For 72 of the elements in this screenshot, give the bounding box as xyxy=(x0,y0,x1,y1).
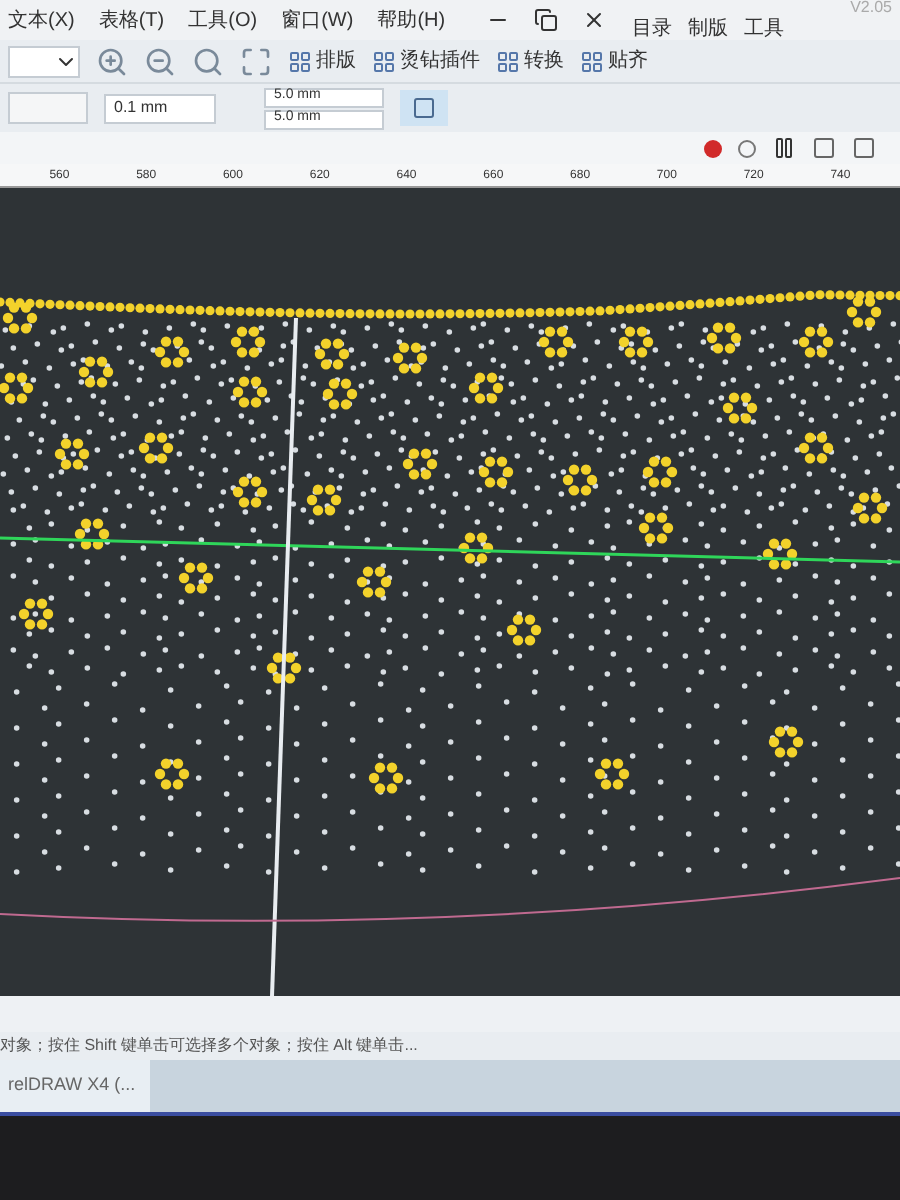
rhinestone-flower xyxy=(722,392,758,424)
rhinestone-flower xyxy=(368,762,404,794)
rhinestone-flower xyxy=(178,562,214,594)
grid-icon xyxy=(372,49,396,73)
rhinestone-flower xyxy=(314,338,350,370)
rhinestone-flower xyxy=(618,326,654,358)
rhinestone-flower xyxy=(0,372,34,404)
menu-item[interactable]: 文本(X) xyxy=(8,5,75,35)
align-button[interactable] xyxy=(400,90,448,126)
nudge-field[interactable]: 0.1 mm xyxy=(104,93,216,123)
rhinestone-flower xyxy=(2,302,38,334)
grid-icon xyxy=(496,49,520,73)
rhinestone-flower xyxy=(594,758,630,790)
rhinestone-flower xyxy=(846,296,882,328)
rhinestone-flower xyxy=(78,356,114,388)
rhinestone-flower xyxy=(232,376,268,408)
toolbar-button[interactable]: 排版 xyxy=(288,46,356,76)
panel-tab[interactable]: 工具 xyxy=(744,17,784,43)
rhinestone-flower xyxy=(706,322,742,354)
rhinestone-flower xyxy=(768,726,804,758)
rhinestone-flower xyxy=(506,614,542,646)
rhinestone-flower xyxy=(138,432,174,464)
rhinestone-flower xyxy=(232,476,268,508)
rhinestone-flower xyxy=(154,758,190,790)
rhinestone-flower xyxy=(322,378,358,410)
rhinestone-flower xyxy=(478,456,514,488)
menu-item[interactable]: 帮助(H) xyxy=(377,5,446,35)
rhinestone-flower xyxy=(266,652,302,684)
rhinestone-flower xyxy=(402,448,438,480)
rhinestone-flower xyxy=(468,372,504,404)
stop-icon[interactable] xyxy=(738,139,756,157)
panel-tab[interactable]: 制版 xyxy=(688,17,728,43)
rhinestone-flower xyxy=(562,464,598,496)
square-icon xyxy=(412,96,436,120)
rhinestone-flower xyxy=(638,512,674,544)
rhinestone-flower xyxy=(762,538,798,570)
rhinestone-flower xyxy=(356,566,392,598)
taskbar-item[interactable]: relDRAW X4 (... xyxy=(0,1060,150,1112)
menu-item[interactable]: 工具(O) xyxy=(188,5,258,35)
rhinestone-flower xyxy=(54,438,90,470)
rhinestone-flower xyxy=(538,326,574,358)
rhinestone-flower xyxy=(798,432,834,464)
rhinestone-flower xyxy=(852,492,888,524)
panel-tab[interactable]: 目录 xyxy=(632,17,672,43)
pause-icon[interactable] xyxy=(772,136,796,160)
square-icon[interactable] xyxy=(812,136,836,160)
record-icon[interactable] xyxy=(704,139,722,157)
menu-item[interactable]: 表格(T) xyxy=(98,5,165,35)
search-icon[interactable] xyxy=(192,45,224,77)
square-icon[interactable] xyxy=(852,136,876,160)
panel-version: V2.05 xyxy=(850,0,892,18)
toolbar-button[interactable]: 贴齐 xyxy=(580,46,648,76)
rhinestone-flower xyxy=(154,336,190,368)
rhinestone-flower xyxy=(74,518,110,550)
toolbar-button[interactable]: 烫钻插件 xyxy=(372,46,480,76)
rhinestone-flower xyxy=(642,456,678,488)
toolbar-button[interactable]: 转换 xyxy=(496,46,564,76)
status-text: 对象；按住 Shift 键单击可选择多个对象；按住 Alt 键单击... xyxy=(0,1034,418,1058)
rhinestone-flower xyxy=(392,342,428,374)
grid-icon xyxy=(288,49,312,73)
grid-icon xyxy=(580,49,604,73)
rhinestone-flower xyxy=(458,532,494,564)
close-icon[interactable] xyxy=(581,8,606,32)
fit-icon[interactable] xyxy=(240,45,272,77)
zoom-out-icon[interactable] xyxy=(144,45,176,77)
rhinestone-flower xyxy=(798,326,834,358)
menu-item[interactable]: 窗口(W) xyxy=(281,5,354,35)
zoom-in-icon[interactable] xyxy=(96,45,128,77)
rhinestone-flower xyxy=(230,326,266,358)
rhinestone-flower xyxy=(306,484,342,516)
restore-icon[interactable] xyxy=(533,8,558,32)
rhinestone-flower xyxy=(18,598,54,630)
